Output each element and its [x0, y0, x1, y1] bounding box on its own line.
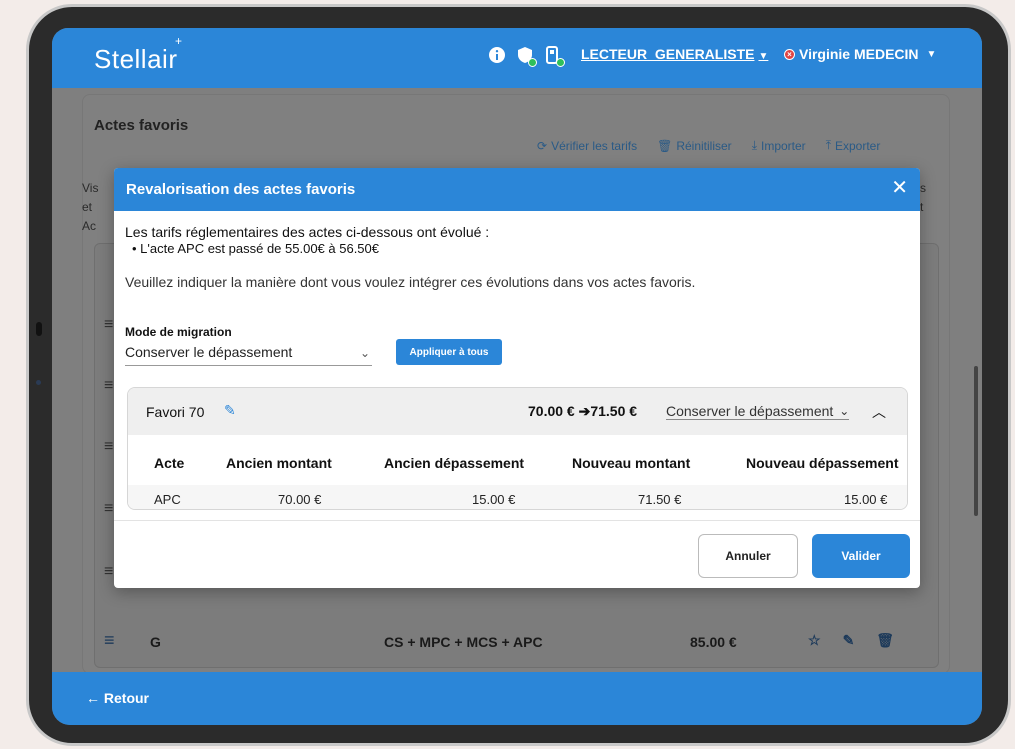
close-icon[interactable]: ✕ [891, 178, 908, 198]
table-cell: 71.50 € [638, 492, 682, 507]
shield-status-dot [528, 58, 537, 67]
user-name: Virginie MEDECIN [799, 46, 919, 62]
favorite-amount: 85.00 € [690, 634, 737, 650]
background-text: Vis [82, 181, 99, 195]
table-cell: 70.00 € [278, 492, 322, 507]
favorite-codes: CS + MPC + MCS + APC [384, 634, 543, 650]
modal-header: Revalorisation des actes favoris ✕ [114, 168, 920, 211]
favorite-card: Favori 70 ✎ 70.00 € ➔71.50 € Conserver l… [127, 387, 908, 510]
column-header: Nouveau montant [572, 455, 691, 471]
validate-button[interactable]: Valider [812, 534, 910, 578]
info-icon[interactable] [488, 46, 506, 64]
app-logo: Stellair [94, 44, 178, 74]
table-cell: 15.00 € [844, 492, 888, 507]
download-icon: ⤓ [751, 138, 757, 152]
favorite-row-actions: ☆ ✎ 🗑 [808, 632, 894, 649]
table-cell: 15.00 € [472, 492, 516, 507]
shield-icon[interactable] [516, 46, 537, 67]
table-row [128, 485, 907, 509]
error-status-icon: × [784, 48, 795, 60]
edit-icon[interactable]: ✎ [224, 402, 236, 419]
tablet-camera [36, 322, 42, 336]
upload-icon: ⤒ [825, 138, 831, 152]
star-icon[interactable]: ☆ [808, 632, 821, 649]
reader-dropdown[interactable]: LECTEUR_GENERALISTE ▼ [581, 46, 768, 62]
logo-sparkle-icon: + [175, 34, 183, 48]
favorite-card-header[interactable]: Favori 70 ✎ 70.00 € ➔71.50 € Conserver l… [128, 388, 907, 435]
favorite-name: G [150, 634, 161, 650]
app-screen: Stellair + LECTEUR_GENERALISTE ▼ × Virgini… [52, 28, 982, 725]
edit-icon[interactable]: ✎ [843, 632, 855, 649]
revalorisation-modal: Revalorisation des actes favoris ✕ Les t… [114, 168, 920, 588]
card-reader-icon[interactable] [544, 46, 565, 67]
favorites-title: Actes favoris [94, 117, 189, 134]
trash-icon[interactable]: 🗑 [876, 632, 894, 649]
favorites-actions: ⟳ Vérifier les tarifs 🗑 Réinitiliser ⤓ Impo… [537, 138, 880, 153]
background-text: s [920, 181, 926, 195]
favorite-mode-select[interactable]: Conserver le dépassement ⌄ [666, 403, 850, 420]
migration-mode-select[interactable]: Conserver le dépassement ⌄ [125, 344, 372, 366]
column-header: Ancien montant [226, 455, 332, 471]
column-header: Ancien dépassement [384, 455, 525, 471]
cancel-button[interactable]: Annuler [698, 534, 798, 578]
favorite-price-change: 70.00 € ➔71.50 € [528, 403, 638, 419]
favorite-card-name: Favori 70 [146, 404, 205, 420]
header-status-icons [488, 46, 565, 67]
chevron-up-icon[interactable]: ︿ [872, 402, 886, 422]
caret-down-icon: ▼ [926, 48, 937, 60]
trash-icon: 🗑 [657, 138, 673, 153]
app-header: Stellair + LECTEUR_GENERALISTE ▼ × Virgini… [52, 28, 982, 88]
reader-status-dot [556, 58, 565, 67]
column-header: Nouveau dépassement [746, 455, 899, 471]
modal-divider [114, 520, 920, 521]
drag-handle-icon[interactable]: ≡ [104, 630, 118, 651]
import-button[interactable]: ⤓ Importer [752, 138, 806, 153]
chevron-down-icon: ⌄ [839, 404, 850, 418]
modal-intro: Les tarifs réglementaires des actes ci-d… [125, 224, 490, 240]
export-button[interactable]: ⤒ Exporter [826, 138, 881, 153]
migration-mode-label: Mode de migration [125, 325, 232, 339]
tablet-sensor [36, 380, 41, 385]
migration-mode-value: Conserver le dépassement [125, 344, 293, 360]
table-cell: APC [154, 492, 181, 507]
app-footer: ← Retour [52, 672, 982, 725]
background-text: et [82, 200, 93, 214]
modal-instruction: Veuillez indiquer la manière dont vous v… [125, 274, 696, 290]
favorite-row: ≡ G CS + MPC + MCS + APC 85.00 € ☆ ✎ 🗑 [94, 624, 939, 660]
chevron-down-icon: ⌄ [359, 346, 370, 360]
modal-title: Revalorisation des actes favoris [126, 181, 356, 198]
caret-down-icon: ▼ [758, 51, 769, 62]
back-button[interactable]: ← Retour [86, 690, 149, 706]
change-bullet: • L'acte APC est passé de 55.00€ à 56.50… [132, 241, 379, 256]
user-menu[interactable]: × Virginie MEDECIN ▼ [784, 46, 936, 62]
apply-to-all-button[interactable]: Appliquer à tous [396, 339, 502, 365]
reset-button[interactable]: 🗑 Réinitiliser [657, 138, 732, 153]
background-text: t [920, 200, 924, 214]
background-text: Ac [82, 219, 97, 233]
verify-tariffs-button[interactable]: ⟳ Vérifier les tarifs [537, 138, 637, 153]
refresh-icon: ⟳ [537, 138, 548, 153]
column-header: Acte [154, 455, 185, 471]
reader-label: LECTEUR_GENERALISTE [581, 46, 755, 62]
scrollbar[interactable] [974, 366, 978, 516]
